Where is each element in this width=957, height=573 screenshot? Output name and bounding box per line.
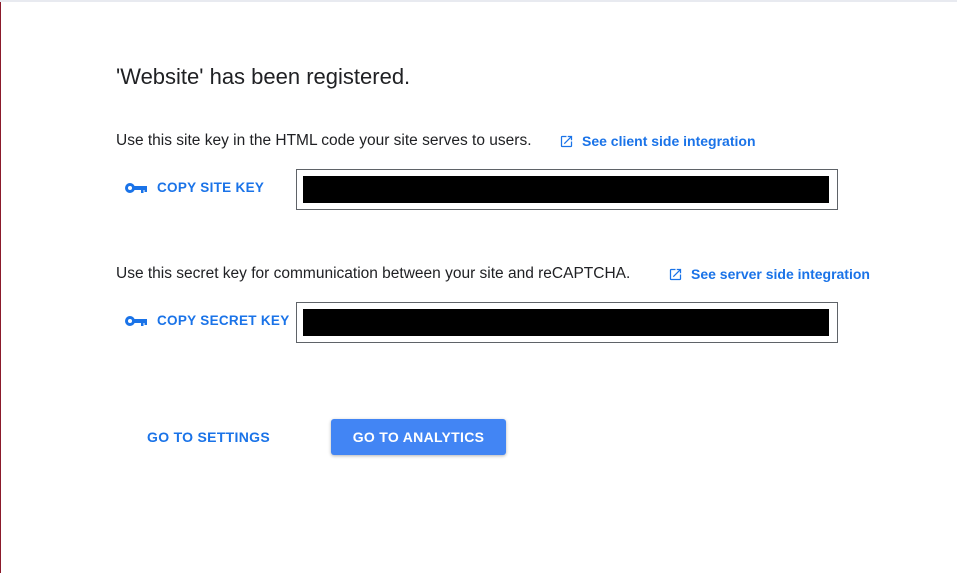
key-icon xyxy=(124,181,148,195)
secret-key-redaction xyxy=(303,309,829,336)
site-key-description: Use this site key in the HTML code your … xyxy=(116,132,532,149)
window-edge-top xyxy=(0,0,957,2)
copy-secret-key-label: COPY SECRET KEY xyxy=(157,313,290,328)
server-side-integration-label: See server side integration xyxy=(691,266,870,282)
copy-secret-key-button[interactable]: COPY SECRET KEY xyxy=(124,311,290,331)
copy-site-key-button[interactable]: COPY SITE KEY xyxy=(124,178,264,198)
open-in-new-icon xyxy=(668,267,683,282)
secret-key-field[interactable] xyxy=(296,302,838,343)
page-title: 'Website' has been registered. xyxy=(116,64,411,89)
open-in-new-icon xyxy=(559,134,574,149)
registration-confirmation-page: 'Website' has been registered. Use this … xyxy=(0,0,957,573)
go-to-analytics-button[interactable]: GO TO ANALYTICS xyxy=(331,419,506,455)
secret-key-description: Use this secret key for communication be… xyxy=(116,265,631,282)
site-key-field[interactable] xyxy=(296,169,838,210)
server-side-integration-link[interactable]: See server side integration xyxy=(668,264,870,284)
key-icon xyxy=(124,314,148,328)
client-side-integration-link[interactable]: See client side integration xyxy=(559,131,756,151)
client-side-integration-label: See client side integration xyxy=(582,133,756,149)
site-key-redaction xyxy=(303,176,829,203)
window-edge-left xyxy=(0,0,1,573)
copy-site-key-label: COPY SITE KEY xyxy=(157,180,265,195)
go-to-settings-button[interactable]: GO TO SETTINGS xyxy=(147,427,270,447)
